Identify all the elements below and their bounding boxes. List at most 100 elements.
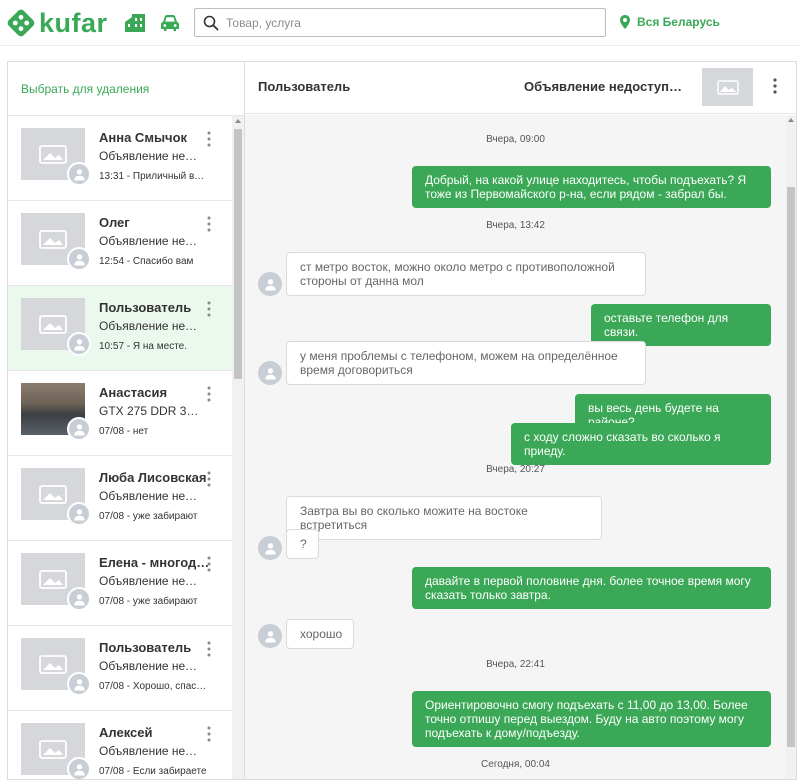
- image-placeholder-icon: [39, 654, 67, 674]
- kufar-logo[interactable]: kufar: [6, 8, 108, 38]
- conversation-name: Анна Смычок: [99, 130, 188, 145]
- outgoing-message: оставьте телефон для связи.: [591, 304, 771, 346]
- sender-avatar: [258, 272, 282, 296]
- date-separator: Вчера, 09:00: [486, 134, 545, 145]
- user-icon: [73, 678, 85, 690]
- select-for-delete-link[interactable]: Выбрать для удаления: [8, 62, 244, 116]
- conversation-item[interactable]: Олег Объявление недоступно 12:54 - Спасибо…: [8, 201, 232, 286]
- conversation-ad-title: Объявление недоступно: [99, 489, 199, 503]
- image-placeholder-icon: [39, 144, 67, 164]
- region-selector[interactable]: Вся Беларусь: [620, 13, 720, 31]
- conversation-more-icon[interactable]: [206, 216, 212, 232]
- chat-scrollbar[interactable]: [786, 115, 796, 779]
- conversation-ad-title: Объявление недоступно: [99, 574, 199, 588]
- image-placeholder-icon: [39, 569, 67, 589]
- conversation-last-message: 12:54 - Спасибо вам: [99, 256, 194, 267]
- conversation-last-message: 07/08 - Если забираете: [99, 766, 207, 777]
- chat-panel: Пользователь Объявление недоступно для п…: [244, 61, 797, 780]
- incoming-message: у меня проблемы с телефоном, можем на оп…: [286, 341, 646, 385]
- search-input[interactable]: [226, 9, 596, 36]
- conversation-more-icon[interactable]: [206, 301, 212, 317]
- sender-avatar: [258, 536, 282, 560]
- conversation-name: Олег: [99, 215, 130, 230]
- conversation-item[interactable]: Елена - многодетная мама Объявление недос…: [8, 541, 232, 626]
- conversation-item[interactable]: Анастасия GTX 275 DDR 3 448 bit 07/08 - не…: [8, 371, 232, 456]
- avatar: [67, 417, 91, 441]
- user-icon: [73, 763, 85, 775]
- conversation-more-icon[interactable]: [206, 556, 212, 572]
- location-pin-icon: [620, 15, 630, 29]
- conversation-more-icon[interactable]: [206, 386, 212, 402]
- date-separator: Вчера, 20:27: [486, 464, 545, 475]
- conversation-item[interactable]: Анна Смычок Объявление недоступно 13:31 - …: [8, 116, 232, 201]
- conversation-last-message: 10:57 - Я на месте.: [99, 341, 188, 352]
- incoming-message: хорошо: [286, 619, 354, 649]
- avatar: [67, 502, 91, 526]
- realty-icon[interactable]: [124, 13, 146, 33]
- image-placeholder-icon: [39, 229, 67, 249]
- avatar: [67, 757, 91, 779]
- image-placeholder-icon: [39, 314, 67, 334]
- conversation-item[interactable]: Пользователь Объявление недоступно 10:57 -…: [8, 286, 232, 371]
- search-icon: [203, 15, 219, 31]
- conversation-ad-title: Объявление недоступно: [99, 319, 199, 333]
- conversation-name: Елена - многодетная мама: [99, 555, 211, 570]
- conversation-list: Анна Смычок Объявление недоступно 13:31 - …: [8, 116, 232, 779]
- user-icon: [73, 593, 85, 605]
- avatar: [67, 247, 91, 271]
- image-placeholder-icon: [39, 484, 67, 504]
- kufar-logo-icon: [7, 9, 35, 37]
- conversation-ad-title: Объявление недоступно: [99, 659, 199, 673]
- conversation-name: Алексей: [99, 725, 153, 740]
- chat-messages: Вчера, 09:00 Добрый, на какой улице наход…: [245, 115, 786, 779]
- avatar: [67, 672, 91, 696]
- user-icon: [73, 168, 85, 180]
- conversation-more-icon[interactable]: [206, 641, 212, 657]
- user-icon: [264, 542, 276, 554]
- sender-avatar: [258, 361, 282, 385]
- conversation-item[interactable]: Алексей Объявление недоступно 07/08 - Если…: [8, 711, 232, 779]
- incoming-message: ст метро восток, можно около метро с про…: [286, 252, 646, 296]
- conversation-more-icon[interactable]: [206, 726, 212, 742]
- conversation-list-scrollbar[interactable]: [232, 116, 244, 779]
- sender-avatar: [258, 624, 282, 648]
- scroll-up-arrow[interactable]: [235, 119, 241, 123]
- conversation-item[interactable]: Пользователь Объявление недоступно 07/08 -…: [8, 626, 232, 711]
- avatar: [67, 332, 91, 356]
- conversation-more-icon[interactable]: [206, 471, 212, 487]
- user-icon: [73, 508, 85, 520]
- scrollbar-thumb[interactable]: [234, 129, 242, 379]
- conversation-ad-title: Объявление недоступно: [99, 234, 199, 248]
- conversation-last-message: 07/08 - уже забирают: [99, 596, 198, 607]
- image-placeholder-icon: [39, 739, 67, 759]
- ad-thumbnail[interactable]: [702, 68, 753, 106]
- conversation-more-icon[interactable]: [206, 131, 212, 147]
- conversation-name: Пользователь: [99, 300, 192, 315]
- conversation-last-message: 07/08 - Хорошо, спасибо: [99, 681, 209, 692]
- conversation-list-panel: Выбрать для удаления Анна Смычок Объявлен…: [7, 61, 244, 780]
- image-placeholder-icon: [716, 79, 739, 95]
- scroll-up-arrow[interactable]: [788, 118, 794, 122]
- incoming-message: ?: [286, 529, 319, 559]
- car-icon[interactable]: [159, 13, 181, 33]
- conversation-name: Анастасия: [99, 385, 168, 400]
- chat-header: Пользователь Объявление недоступно для п…: [245, 62, 796, 114]
- conversation-item[interactable]: Люба Лисовская Объявление недоступно 07/08…: [8, 456, 232, 541]
- logo-text: kufar: [39, 8, 108, 38]
- chat-more-menu-icon[interactable]: [772, 78, 778, 94]
- date-separator: Вчера, 13:42: [486, 220, 545, 231]
- scrollbar-thumb[interactable]: [787, 187, 795, 747]
- chat-ad-title[interactable]: Объявление недоступно для просмотра: [524, 79, 688, 94]
- region-label: Вся Беларусь: [637, 15, 720, 29]
- conversation-last-message: 07/08 - уже забирают: [99, 511, 198, 522]
- outgoing-message: Ориентировочно смогу подъехать с 11,00 д…: [412, 691, 771, 747]
- search-box[interactable]: [194, 8, 606, 37]
- conversation-ad-title: Объявление недоступно: [99, 744, 199, 758]
- user-icon: [73, 423, 85, 435]
- conversation-last-message: 13:31 - Приличный вариант: [99, 171, 209, 182]
- date-separator: Сегодня, 00:04: [481, 759, 550, 770]
- user-icon: [73, 253, 85, 265]
- chat-user-name[interactable]: Пользователь: [258, 79, 350, 94]
- user-icon: [264, 630, 276, 642]
- incoming-message: Завтра вы во сколько можите на востоке в…: [286, 496, 602, 540]
